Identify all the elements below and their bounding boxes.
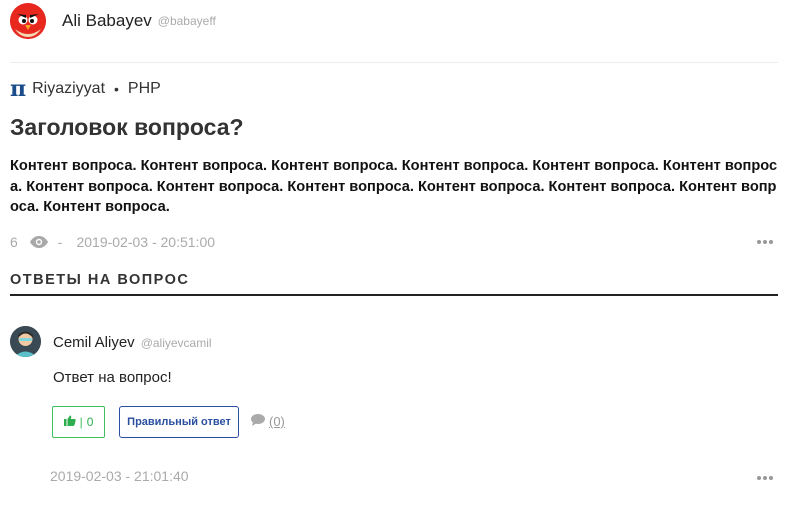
tag-link[interactable]: PHP <box>128 80 161 98</box>
view-count: 6 <box>10 234 18 250</box>
category-row: π Riyaziyyat • PHP <box>10 78 161 100</box>
answer-avatar[interactable] <box>10 326 41 357</box>
answer-author: Cemil Aliyev @aliyevcamil <box>53 334 212 351</box>
like-divider: | <box>79 415 83 429</box>
more-horizontal-icon[interactable] <box>757 240 773 244</box>
answers-divider <box>10 294 778 296</box>
more-horizontal-icon[interactable] <box>757 476 773 480</box>
like-button[interactable]: | 0 <box>52 406 105 438</box>
user-avatar-icon <box>10 326 41 357</box>
question-title: Заголовок вопроса? <box>10 114 244 140</box>
eye-icon <box>29 236 48 248</box>
avatar[interactable] <box>10 3 46 39</box>
author-name[interactable]: Ali Babayev <box>62 11 152 31</box>
thumbs-up-icon <box>63 415 76 429</box>
answer-date: 2019-02-03 - 21:01:40 <box>50 468 189 484</box>
answer-author-handle[interactable]: @aliyevcamil <box>141 336 212 350</box>
angry-bird-icon <box>10 3 46 39</box>
answer-author-name[interactable]: Cemil Aliyev <box>53 334 135 351</box>
question-date: 2019-02-03 - 20:51:00 <box>76 234 216 250</box>
question-meta: 6 - 2019-02-03 - 20:51:00 <box>10 232 215 252</box>
divider <box>10 62 778 63</box>
meta-separator: - <box>57 234 63 250</box>
answers-heading: ОТВЕТЫ НА ВОПРОС <box>10 272 190 288</box>
comments-link[interactable]: (0) <box>251 414 285 429</box>
category-separator: • <box>114 81 119 97</box>
question-author: Ali Babayev @babayeff <box>10 3 216 39</box>
question-content: Контент вопроса. Контент вопроса. Контен… <box>10 158 778 215</box>
comment-icon <box>251 414 265 429</box>
comment-count: (0) <box>269 414 285 429</box>
answer-text: Ответ на вопрос! <box>53 369 172 386</box>
author-handle[interactable]: @babayeff <box>158 14 216 28</box>
correct-answer-button[interactable]: Правильный ответ <box>119 406 239 438</box>
category-link[interactable]: Riyaziyyat <box>32 80 105 98</box>
pi-icon: π <box>10 76 27 102</box>
like-count: 0 <box>86 415 94 429</box>
